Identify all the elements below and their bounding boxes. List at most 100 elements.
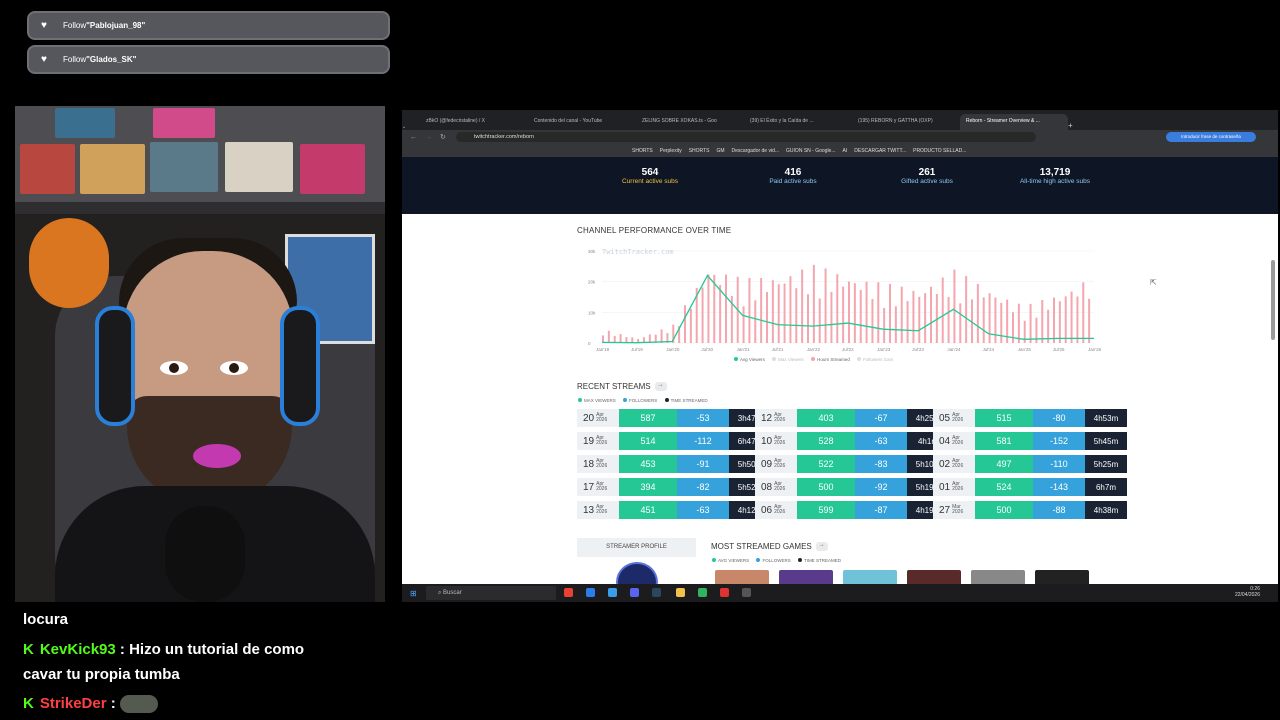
stream-row[interactable]: 04 Apr 2026 581 -152 5h45m xyxy=(933,432,1127,450)
hours-bar xyxy=(853,283,856,343)
url-input[interactable]: twitchtracker.com/reborn xyxy=(456,132,1036,142)
hours-bar xyxy=(754,300,757,343)
emote-icon xyxy=(119,695,158,714)
forward-icon[interactable]: → xyxy=(425,134,432,141)
followers-change: -63 xyxy=(677,501,729,519)
stream-row[interactable]: 17 Apr 2026 394 -82 5h52m xyxy=(577,478,771,496)
hours-bar xyxy=(894,306,897,343)
follow-user: "Glados_SK" xyxy=(86,55,137,64)
stream-date: 13 Apr 2026 xyxy=(577,501,619,519)
hours-bar xyxy=(707,274,710,343)
heart-icon: ♥ xyxy=(41,20,47,31)
streamer-profile-button[interactable]: STREAMER PROFILE xyxy=(577,538,696,557)
eye xyxy=(220,361,248,375)
most-streamed-games-title: MOST STREAMED GAMES → xyxy=(711,542,828,552)
followers-change: -152 xyxy=(1033,432,1085,450)
taskbar-search[interactable]: ⌕ Buscar xyxy=(426,586,556,600)
hours-bar xyxy=(1053,297,1055,343)
chrome-icon[interactable] xyxy=(564,588,573,597)
arrow-right-icon[interactable]: → xyxy=(815,542,828,552)
edge-icon[interactable] xyxy=(586,588,595,597)
bookmark[interactable]: SHORTS xyxy=(689,148,710,154)
stream-date: 19 Apr 2026 xyxy=(577,432,619,450)
bookmark[interactable]: GM xyxy=(716,148,724,154)
x-tick-label: Jan'19 xyxy=(596,347,610,352)
app-icon[interactable] xyxy=(698,588,707,597)
tab-active[interactable]: Reborn - Streamer Overview & ... xyxy=(960,114,1068,130)
hours-bar xyxy=(777,284,780,343)
x-tick-label: Jul'24 xyxy=(983,347,995,352)
folder-icon[interactable] xyxy=(676,588,685,597)
hours-bar xyxy=(719,284,722,343)
chat-text: cavar tu propia tumba xyxy=(23,666,180,683)
eye xyxy=(160,361,188,375)
stream-row[interactable]: 01 Apr 2026 524 -143 6h7m xyxy=(933,478,1127,496)
password-button[interactable]: Introducir frase de contraseña xyxy=(1166,132,1256,142)
y-tick-label: 0 xyxy=(588,341,591,346)
bookmark[interactable]: GUION SN - Google... xyxy=(786,148,835,154)
chrome-icon[interactable] xyxy=(608,588,617,597)
max-viewers: 403 xyxy=(797,409,855,427)
stream-date: 08 Apr 2026 xyxy=(755,478,797,496)
app-icon[interactable] xyxy=(720,588,729,597)
tab[interactable]: (39) El Éxito y la Caída de ... xyxy=(744,114,852,130)
stream-row[interactable]: 27 Mar 2026 500 -88 4h38m xyxy=(933,501,1127,519)
bookmark[interactable]: DESCARGAR TWITT... xyxy=(854,148,906,154)
max-viewers: 500 xyxy=(975,501,1033,519)
scrollbar[interactable] xyxy=(1271,260,1275,340)
stream-row[interactable]: 08 Apr 2026 500 -92 5h19m xyxy=(755,478,949,496)
chat-sep: : xyxy=(106,695,120,712)
tab[interactable]: (195) REBORN y GATTHA (OXP) xyxy=(852,114,960,130)
bookmark[interactable]: Perplexity xyxy=(660,148,682,154)
discord-icon[interactable] xyxy=(630,588,639,597)
y-tick-label: 10k xyxy=(588,310,596,315)
tab[interactable]: zBkO (@fedecristaline) / X xyxy=(420,114,528,130)
stream-date: 20 Apr 2026 xyxy=(577,409,619,427)
chart-watermark: TwitchTracker.com xyxy=(602,248,674,256)
app-icon[interactable] xyxy=(742,588,751,597)
stream-row[interactable]: 05 Apr 2026 515 -80 4h53m xyxy=(933,409,1127,427)
back-icon[interactable]: ← xyxy=(410,134,417,141)
hours-bar xyxy=(965,275,968,343)
tab[interactable]: Contenido del canal - YouTube xyxy=(528,114,636,130)
hours-bar xyxy=(795,288,798,343)
follow-alert-2: ♥ Follow "Glados_SK" xyxy=(27,45,390,74)
stream-row[interactable]: 19 Apr 2026 514 -112 6h47m xyxy=(577,432,771,450)
time-streamed: 6h7m xyxy=(1085,478,1127,496)
stream-row[interactable]: 09 Apr 2026 522 -83 5h10m xyxy=(755,455,949,473)
stream-row[interactable]: 06 Apr 2026 599 -87 4h19m xyxy=(755,501,949,519)
hours-bar xyxy=(930,286,932,343)
bookmark[interactable]: SHORTS xyxy=(632,148,653,154)
sub-stat: 564 Current active subs xyxy=(585,167,715,185)
stream-row[interactable]: 20 Apr 2026 587 -53 3h47m xyxy=(577,409,771,427)
steam-icon[interactable] xyxy=(652,588,661,597)
reload-icon[interactable]: ↻ xyxy=(440,133,446,141)
stream-row[interactable]: 10 Apr 2026 528 -63 4h1m xyxy=(755,432,949,450)
tab[interactable]: ZELING SOBRE XOKAS.ts - Goo xyxy=(636,114,744,130)
chart-title: CHANNEL PERFORMANCE OVER TIME xyxy=(577,226,732,235)
windows-start-icon[interactable]: ⊞ xyxy=(410,589,417,598)
sub-value: 416 xyxy=(784,167,802,178)
games-legend: AVG VIEWERS FOLLOWERS TIME STREAMED xyxy=(712,558,847,563)
followers-change: -53 xyxy=(677,409,729,427)
chat-line: K KevKick93 : Hizo un tutorial de como xyxy=(23,641,304,658)
sub-value: 564 xyxy=(641,167,659,178)
new-tab-icon[interactable]: + xyxy=(1068,121,1082,130)
arrow-right-icon[interactable]: → xyxy=(654,382,667,392)
stream-row[interactable]: 12 Apr 2026 403 -67 4h25m xyxy=(755,409,949,427)
stream-row[interactable]: 18 Apr 2026 453 -91 5h50m xyxy=(577,455,771,473)
bookmark[interactable]: AI xyxy=(843,148,848,154)
bookmark[interactable]: Descargador de vid... xyxy=(732,148,780,154)
mouth xyxy=(193,444,241,468)
stream-row[interactable]: 02 Apr 2026 497 -110 5h25m xyxy=(933,455,1127,473)
x-tick-label: Jul'20 xyxy=(701,347,713,352)
shelf-card xyxy=(55,108,115,138)
hours-bar xyxy=(1070,291,1073,343)
stream-date: 04 Apr 2026 xyxy=(933,432,975,450)
bookmark[interactable]: PRODUCTO SELLAD... xyxy=(913,148,966,154)
stream-row[interactable]: 13 Apr 2026 451 -63 4h12m xyxy=(577,501,771,519)
stream-date: 02 Apr 2026 xyxy=(933,455,975,473)
hours-bar xyxy=(801,269,804,343)
shelf-card xyxy=(20,144,75,194)
hours-bar xyxy=(619,334,622,343)
